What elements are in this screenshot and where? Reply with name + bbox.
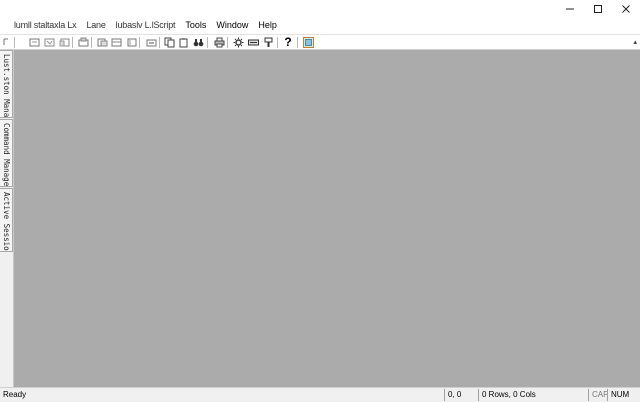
binoculars-icon [193,38,203,46]
close-button[interactable] [612,0,640,17]
toolbar-icon[interactable] [96,36,108,48]
toolbar-separator [207,37,208,48]
tab-active-sessions[interactable]: Active Sessions [0,188,13,252]
tab-label: Lust.ston Manager [2,54,11,118]
toolbar-icon[interactable] [145,36,157,48]
maximize-button[interactable] [584,0,612,17]
status-rows-cols: 0 Rows, 0 Cols [478,389,586,401]
toolbar-separator [227,37,228,48]
minimize-icon [566,8,574,9]
tab-command-manager[interactable]: Command Manager [0,119,13,187]
copy-icon [164,37,174,47]
help-button[interactable]: ? [282,36,294,48]
status-ready: Ready [3,390,27,399]
find-button[interactable] [192,36,204,48]
status-caps: CAP [588,389,608,401]
tab-session-manager[interactable]: Lust.ston Manager [0,50,13,118]
status-num: NUM [607,389,637,401]
brush-icon [264,37,272,47]
tab-label: Active Sessions [2,192,11,252]
copy-button[interactable] [163,36,175,48]
toolbar-overflow-icon[interactable]: ▴ [633,38,637,46]
menu-item-1[interactable]: lumll staltaxla Lx [0,17,81,34]
image-icon [302,36,314,48]
status-bar: Ready 0, 0 0 Rows, 0 Cols CAP NUM [0,387,640,402]
image-button[interactable] [302,36,314,48]
menu-item-window[interactable]: Window [211,17,253,34]
toolbar-icon[interactable] [125,36,137,48]
settings-icon [233,37,243,47]
toolbar-separator [277,37,278,48]
mdi-client-area[interactable] [14,50,640,387]
menu-item-3[interactable]: lubaslv L.lScript [111,17,181,34]
menu-item-help[interactable]: Help [253,17,282,34]
brush-button[interactable] [262,36,274,48]
paste-button[interactable] [177,36,189,48]
toolbar-icon[interactable] [28,36,40,48]
toolbar-separator [91,37,92,48]
paste-icon [179,37,187,47]
status-position: 0, 0 [444,389,476,401]
sidebar: Lust.ston Manager Command Manager Active… [0,50,14,387]
toolbar-separator [297,37,298,48]
toolbar-separator [159,37,160,48]
toolbar-icon[interactable] [43,36,55,48]
title-bar [0,0,640,17]
toolbar-icon[interactable] [77,36,89,48]
menu-item-2[interactable]: Lane [81,17,110,34]
keyboard-icon [247,39,259,45]
maximize-icon [594,4,602,13]
toolbar-separator [14,37,15,48]
close-icon [622,4,630,13]
help-icon: ? [284,35,292,49]
toolbar-icon[interactable] [1,36,13,48]
toolbar: ? ▴ [0,34,640,50]
settings-button[interactable] [232,36,244,48]
toolbar-separator [139,37,140,48]
menu-bar: lumll staltaxla Lx Lane lubaslv L.lScrip… [0,17,640,34]
tab-label: Command Manager [2,123,11,187]
print-button[interactable] [213,36,225,48]
minimize-button[interactable] [556,0,584,17]
print-icon [214,37,224,47]
toolbar-icon[interactable] [58,36,70,48]
menu-item-tools[interactable]: Tools [180,17,211,34]
keyboard-button[interactable] [247,36,259,48]
toolbar-separator [72,37,73,48]
toolbar-icon[interactable] [110,36,122,48]
